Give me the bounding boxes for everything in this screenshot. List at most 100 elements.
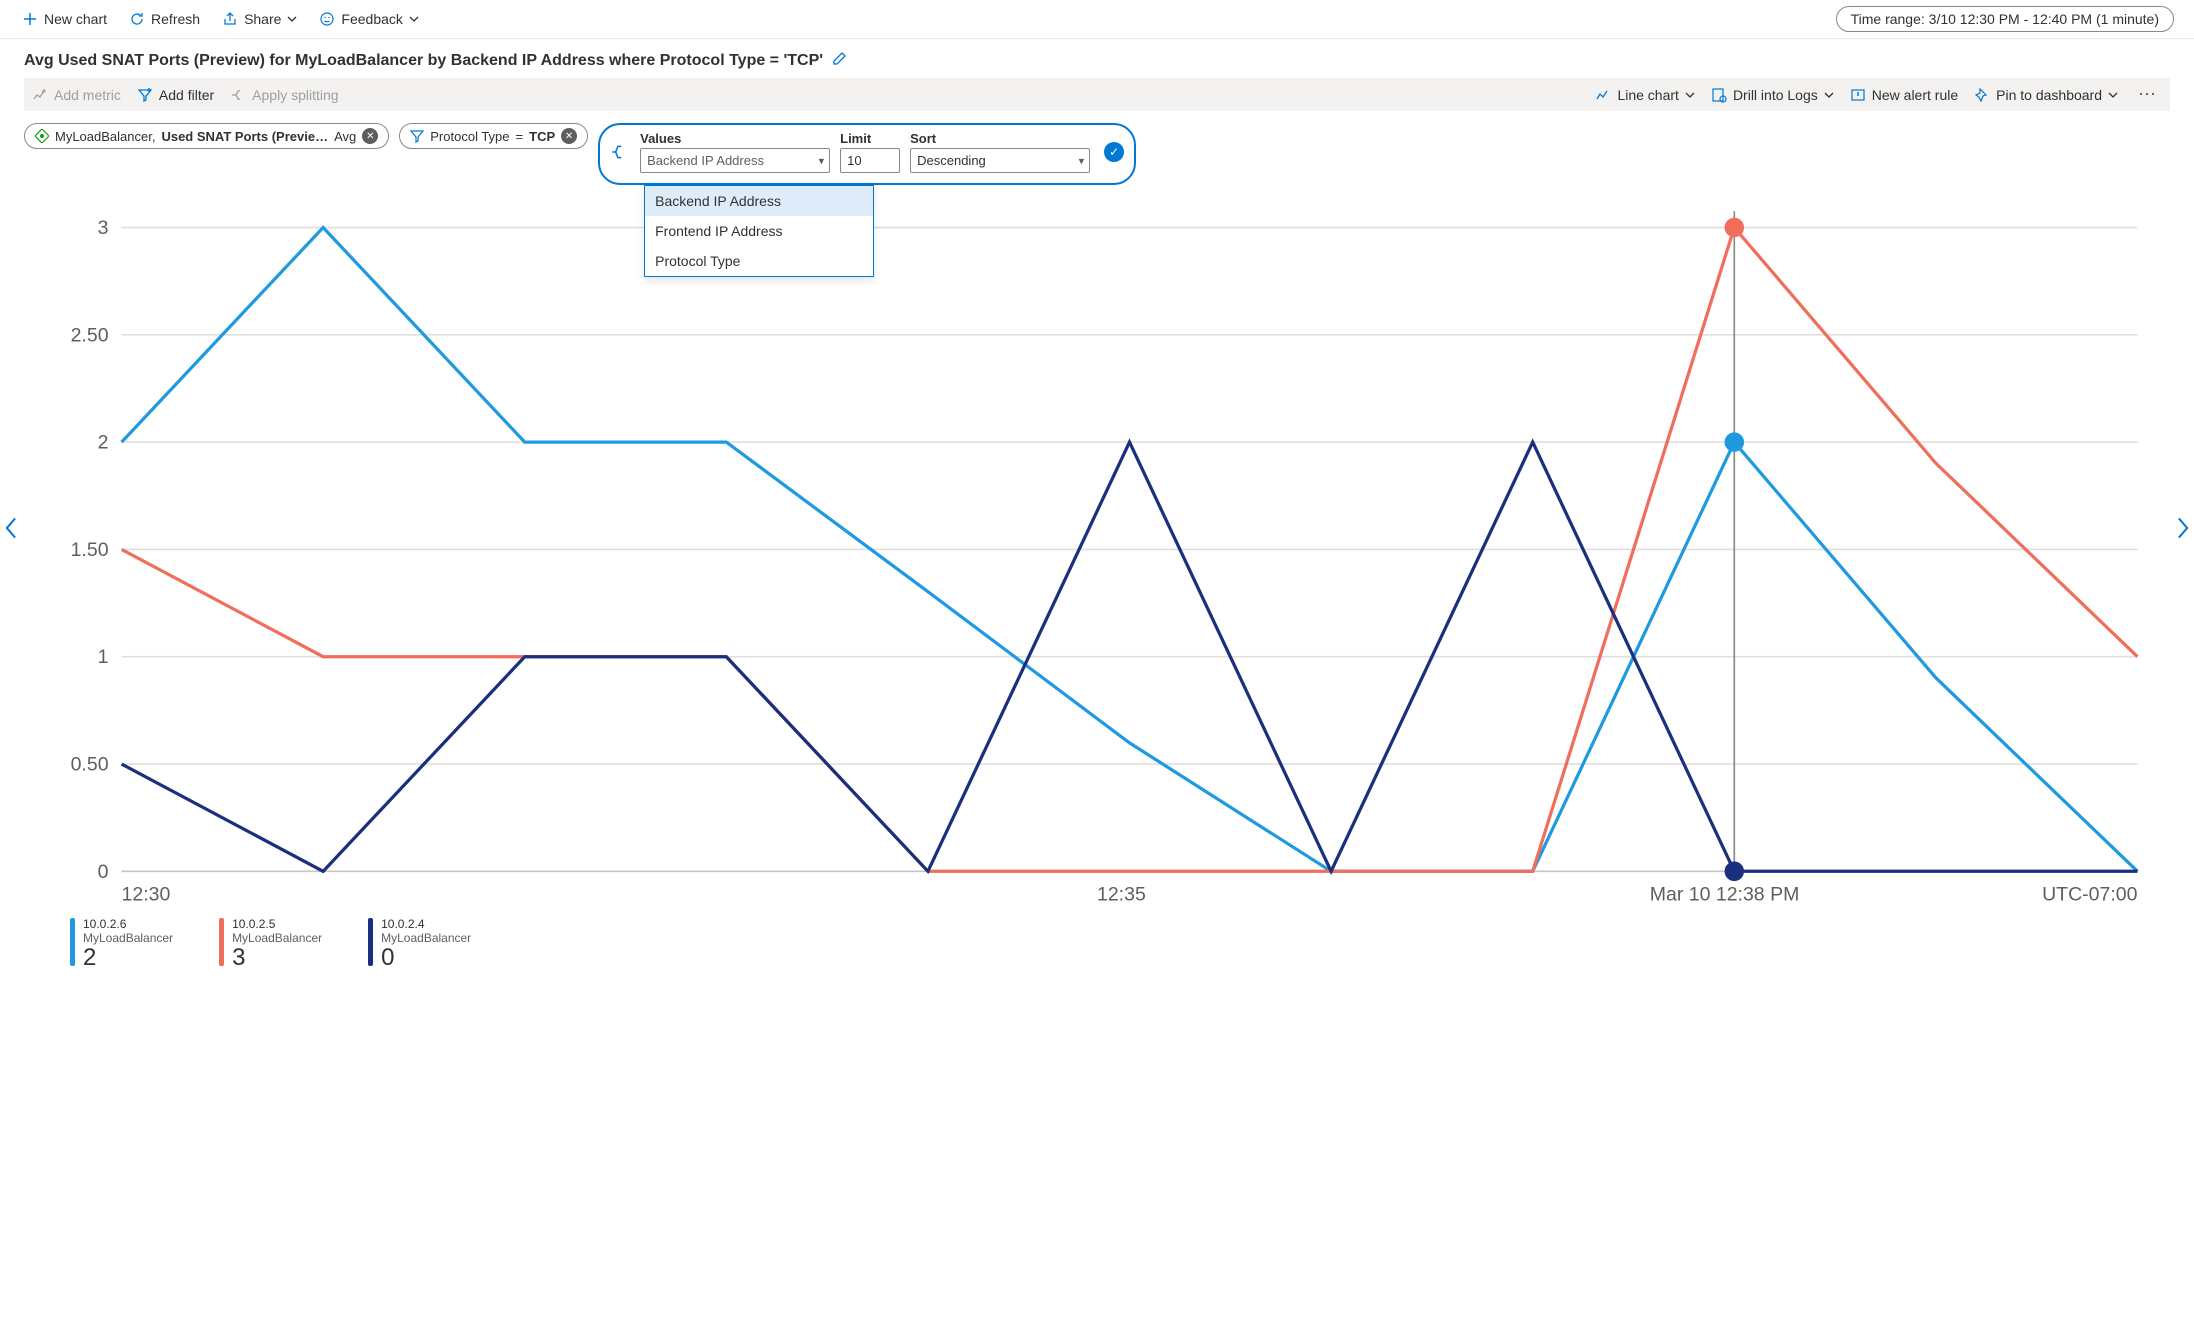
y-tick: 2: [98, 432, 109, 454]
legend-value: 0: [381, 945, 471, 971]
y-tick: 0: [98, 861, 109, 883]
add-metric-icon: [32, 87, 48, 103]
chevron-down-icon: [287, 14, 297, 24]
x-tick: 12:35: [1097, 884, 1146, 906]
apply-splitting-button[interactable]: Apply splitting: [230, 87, 338, 103]
pencil-icon: [831, 51, 847, 67]
chevron-down-icon: [1685, 90, 1695, 100]
chevron-down-icon: [2108, 90, 2118, 100]
new-chart-button[interactable]: New chart: [20, 7, 109, 31]
alert-icon: [1850, 87, 1866, 103]
hover-point: [1725, 432, 1745, 452]
dropdown-option[interactable]: Backend IP Address: [645, 186, 873, 216]
filter-eq-label: =: [516, 129, 524, 144]
edit-title-button[interactable]: [831, 51, 847, 70]
share-button[interactable]: Share: [220, 7, 299, 31]
y-tick: 1: [98, 646, 109, 668]
refresh-label: Refresh: [151, 11, 200, 27]
filter-pill[interactable]: Protocol Type = TCP ✕: [399, 123, 588, 149]
legend-ip: 10.0.2.4: [381, 918, 471, 931]
limit-input[interactable]: 10: [840, 148, 900, 173]
filter-icon: [137, 87, 153, 103]
add-filter-label: Add filter: [159, 87, 214, 103]
legend-resource: MyLoadBalancer: [381, 932, 471, 945]
refresh-icon: [129, 11, 145, 27]
metric-agg-label: Avg: [334, 129, 356, 144]
plus-icon: [22, 11, 38, 27]
dropdown-option[interactable]: Protocol Type: [645, 246, 873, 276]
share-label: Share: [244, 11, 281, 27]
legend-item[interactable]: 10.0.2.4 MyLoadBalancer 0: [368, 918, 471, 971]
x-tick: 12:30: [122, 884, 171, 906]
values-label: Values: [640, 131, 830, 146]
legend-item[interactable]: 10.0.2.6 MyLoadBalancer 2: [70, 918, 173, 971]
pin-dashboard-label: Pin to dashboard: [1996, 87, 2102, 103]
metric-toolbar: Add metric Add filter Apply splitting Li…: [24, 78, 2170, 111]
remove-filter-button[interactable]: ✕: [561, 128, 577, 144]
values-select[interactable]: Backend IP Address ▾: [640, 148, 830, 173]
confirm-split-button[interactable]: ✓: [1104, 142, 1124, 162]
pin-dashboard-button[interactable]: Pin to dashboard: [1974, 87, 2118, 103]
hover-point: [1725, 862, 1745, 882]
chevron-left-icon: [4, 517, 18, 539]
share-icon: [222, 11, 238, 27]
sort-select[interactable]: Descending ▾: [910, 148, 1090, 173]
more-options-button[interactable]: ⋯: [2134, 84, 2162, 105]
hover-point: [1725, 218, 1745, 238]
legend-ip: 10.0.2.6: [83, 918, 173, 931]
resource-icon: [35, 129, 49, 143]
split-icon: [610, 143, 628, 161]
metric-resource-label: MyLoadBalancer,: [55, 129, 155, 144]
limit-value: 10: [847, 153, 861, 168]
remove-metric-button[interactable]: ✕: [362, 128, 378, 144]
chart-title: Avg Used SNAT Ports (Preview) for MyLoad…: [24, 52, 823, 70]
apply-splitting-label: Apply splitting: [252, 87, 338, 103]
y-tick: 2.50: [71, 324, 109, 346]
chevron-down-icon: [1824, 90, 1834, 100]
smiley-icon: [319, 11, 335, 27]
values-value: Backend IP Address: [647, 153, 764, 168]
limit-label: Limit: [840, 131, 900, 146]
filter-field-label: Protocol Type: [430, 129, 509, 144]
pill-row: MyLoadBalancer, Used SNAT Ports (Previe……: [0, 119, 2194, 195]
legend-value: 3: [232, 945, 322, 971]
metric-pill[interactable]: MyLoadBalancer, Used SNAT Ports (Previe……: [24, 123, 389, 149]
y-tick: 1.50: [71, 539, 109, 561]
time-range-picker[interactable]: Time range: 3/10 12:30 PM - 12:40 PM (1 …: [1836, 6, 2174, 32]
legend-swatch: [368, 918, 373, 966]
sort-label: Sort: [910, 131, 1090, 146]
chart-title-row: Avg Used SNAT Ports (Preview) for MyLoad…: [0, 39, 2194, 76]
dropdown-option[interactable]: Frontend IP Address: [645, 216, 873, 246]
filter-icon: [410, 129, 424, 143]
add-metric-label: Add metric: [54, 87, 121, 103]
split-icon: [230, 87, 246, 103]
y-tick: 3: [98, 217, 109, 239]
logs-icon: [1711, 87, 1727, 103]
drill-logs-label: Drill into Logs: [1733, 87, 1818, 103]
new-alert-label: New alert rule: [1872, 87, 1958, 103]
add-metric-button[interactable]: Add metric: [32, 87, 121, 103]
refresh-button[interactable]: Refresh: [127, 7, 202, 31]
chart-prev-button[interactable]: [4, 517, 18, 545]
new-alert-button[interactable]: New alert rule: [1850, 87, 1958, 103]
timezone-label: UTC-07:00: [2042, 884, 2138, 906]
feedback-label: Feedback: [341, 11, 402, 27]
new-chart-label: New chart: [44, 11, 107, 27]
chevron-down-icon: [409, 14, 419, 24]
metric-name-label: Used SNAT Ports (Previe…: [161, 129, 328, 144]
legend-item[interactable]: 10.0.2.5 MyLoadBalancer 3: [219, 918, 322, 971]
chart-next-button[interactable]: [2176, 517, 2190, 545]
top-toolbar: New chart Refresh Share Feedback Time ra…: [0, 0, 2194, 39]
legend-ip: 10.0.2.5: [232, 918, 322, 931]
legend-resource: MyLoadBalancer: [83, 932, 173, 945]
splitting-editor: Values Backend IP Address ▾ Limit 10 Sor…: [598, 123, 1136, 185]
filter-value-label: TCP: [529, 129, 555, 144]
chevron-right-icon: [2176, 517, 2190, 539]
line-chart[interactable]: 3 2.50 2 1.50 1 0.50 0 12:30 12:35: [24, 195, 2170, 910]
feedback-button[interactable]: Feedback: [317, 7, 420, 31]
drill-logs-button[interactable]: Drill into Logs: [1711, 87, 1834, 103]
add-filter-button[interactable]: Add filter: [137, 87, 214, 103]
legend-value: 2: [83, 945, 173, 971]
chart-type-selector[interactable]: Line chart: [1595, 87, 1694, 103]
pin-icon: [1974, 87, 1990, 103]
